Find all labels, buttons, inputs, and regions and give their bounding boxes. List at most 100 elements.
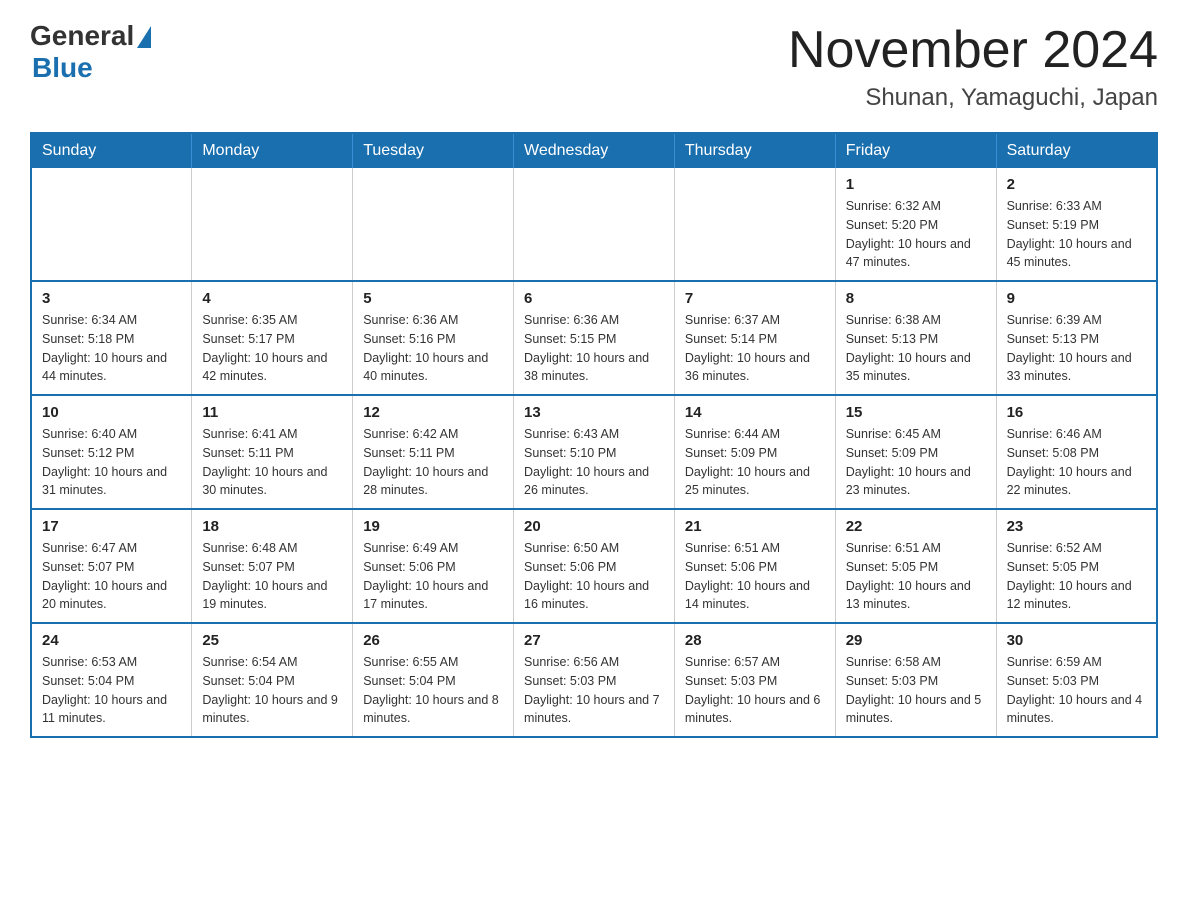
header-sunday: Sunday xyxy=(31,133,192,168)
page-header: General Blue November 2024 Shunan, Yamag… xyxy=(30,20,1158,112)
calendar-header-row: SundayMondayTuesdayWednesdayThursdayFrid… xyxy=(31,133,1157,168)
day-number: 10 xyxy=(42,404,181,421)
day-number: 8 xyxy=(846,290,986,307)
calendar-cell xyxy=(31,168,192,281)
cell-info: Sunrise: 6:39 AMSunset: 5:13 PMDaylight:… xyxy=(1007,311,1146,386)
day-number: 27 xyxy=(524,632,664,649)
cell-info: Sunrise: 6:45 AMSunset: 5:09 PMDaylight:… xyxy=(846,425,986,500)
day-number: 11 xyxy=(202,404,342,421)
header-thursday: Thursday xyxy=(674,133,835,168)
cell-info: Sunrise: 6:52 AMSunset: 5:05 PMDaylight:… xyxy=(1007,539,1146,614)
day-number: 15 xyxy=(846,404,986,421)
day-number: 22 xyxy=(846,518,986,535)
cell-info: Sunrise: 6:36 AMSunset: 5:15 PMDaylight:… xyxy=(524,311,664,386)
location-title: Shunan, Yamaguchi, Japan xyxy=(788,84,1158,112)
day-number: 12 xyxy=(363,404,503,421)
header-wednesday: Wednesday xyxy=(514,133,675,168)
cell-info: Sunrise: 6:57 AMSunset: 5:03 PMDaylight:… xyxy=(685,653,825,728)
logo-top: General xyxy=(30,20,151,52)
calendar-week-row: 3 Sunrise: 6:34 AMSunset: 5:18 PMDaylight… xyxy=(31,281,1157,395)
cell-info: Sunrise: 6:41 AMSunset: 5:11 PMDaylight:… xyxy=(202,425,342,500)
calendar-cell: 11 Sunrise: 6:41 AMSunset: 5:11 PMDayligh… xyxy=(192,395,353,509)
calendar-cell: 12 Sunrise: 6:42 AMSunset: 5:11 PMDayligh… xyxy=(353,395,514,509)
calendar-cell: 5 Sunrise: 6:36 AMSunset: 5:16 PMDaylight… xyxy=(353,281,514,395)
header-saturday: Saturday xyxy=(996,133,1157,168)
calendar-cell: 4 Sunrise: 6:35 AMSunset: 5:17 PMDaylight… xyxy=(192,281,353,395)
calendar-cell: 25Sunrise: 6:54 AMSunset: 5:04 PMDayligh… xyxy=(192,623,353,737)
cell-info: Sunrise: 6:49 AMSunset: 5:06 PMDaylight:… xyxy=(363,539,503,614)
day-number: 13 xyxy=(524,404,664,421)
calendar-cell: 29 Sunrise: 6:58 AMSunset: 5:03 PMDayligh… xyxy=(835,623,996,737)
header-friday: Friday xyxy=(835,133,996,168)
day-number: 5 xyxy=(363,290,503,307)
calendar-cell: 27 Sunrise: 6:56 AMSunset: 5:03 PMDayligh… xyxy=(514,623,675,737)
calendar-cell: 6 Sunrise: 6:36 AMSunset: 5:15 PMDaylight… xyxy=(514,281,675,395)
cell-info: Sunrise: 6:34 AMSunset: 5:18 PMDaylight:… xyxy=(42,311,181,386)
header-tuesday: Tuesday xyxy=(353,133,514,168)
cell-info: Sunrise: 6:47 AMSunset: 5:07 PMDaylight:… xyxy=(42,539,181,614)
calendar-cell: 18Sunrise: 6:48 AMSunset: 5:07 PMDayligh… xyxy=(192,509,353,623)
day-number: 29 xyxy=(846,632,986,649)
day-number: 19 xyxy=(363,518,503,535)
day-number: 14 xyxy=(685,404,825,421)
calendar-week-row: 10 Sunrise: 6:40 AMSunset: 5:12 PMDayligh… xyxy=(31,395,1157,509)
day-number: 7 xyxy=(685,290,825,307)
day-number: 4 xyxy=(202,290,342,307)
day-number: 28 xyxy=(685,632,825,649)
calendar-cell: 1Sunrise: 6:32 AMSunset: 5:20 PMDaylight… xyxy=(835,168,996,281)
calendar-cell: 21Sunrise: 6:51 AMSunset: 5:06 PMDayligh… xyxy=(674,509,835,623)
calendar-cell: 2 Sunrise: 6:33 AMSunset: 5:19 PMDaylight… xyxy=(996,168,1157,281)
calendar-week-row: 1Sunrise: 6:32 AMSunset: 5:20 PMDaylight… xyxy=(31,168,1157,281)
day-number: 20 xyxy=(524,518,664,535)
cell-info: Sunrise: 6:53 AMSunset: 5:04 PMDaylight:… xyxy=(42,653,181,728)
calendar-cell: 3 Sunrise: 6:34 AMSunset: 5:18 PMDaylight… xyxy=(31,281,192,395)
day-number: 3 xyxy=(42,290,181,307)
logo-triangle-icon xyxy=(137,26,151,48)
day-number: 23 xyxy=(1007,518,1146,535)
calendar-cell: 19 Sunrise: 6:49 AMSunset: 5:06 PMDayligh… xyxy=(353,509,514,623)
day-number: 9 xyxy=(1007,290,1146,307)
month-year-title: November 2024 xyxy=(788,20,1158,80)
cell-info: Sunrise: 6:40 AMSunset: 5:12 PMDaylight:… xyxy=(42,425,181,500)
calendar-cell xyxy=(674,168,835,281)
cell-info: Sunrise: 6:44 AMSunset: 5:09 PMDaylight:… xyxy=(685,425,825,500)
cell-info: Sunrise: 6:35 AMSunset: 5:17 PMDaylight:… xyxy=(202,311,342,386)
cell-info: Sunrise: 6:43 AMSunset: 5:10 PMDaylight:… xyxy=(524,425,664,500)
calendar-week-row: 24 Sunrise: 6:53 AMSunset: 5:04 PMDayligh… xyxy=(31,623,1157,737)
logo-general-text: General xyxy=(30,20,134,52)
day-number: 6 xyxy=(524,290,664,307)
calendar-cell: 10 Sunrise: 6:40 AMSunset: 5:12 PMDayligh… xyxy=(31,395,192,509)
calendar-cell: 23 Sunrise: 6:52 AMSunset: 5:05 PMDayligh… xyxy=(996,509,1157,623)
cell-info: Sunrise: 6:46 AMSunset: 5:08 PMDaylight:… xyxy=(1007,425,1146,500)
cell-info: Sunrise: 6:59 AMSunset: 5:03 PMDaylight:… xyxy=(1007,653,1146,728)
cell-info: Sunrise: 6:50 AMSunset: 5:06 PMDaylight:… xyxy=(524,539,664,614)
day-number: 18 xyxy=(202,518,342,535)
cell-info: Sunrise: 6:51 AMSunset: 5:05 PMDaylight:… xyxy=(846,539,986,614)
header-monday: Monday xyxy=(192,133,353,168)
cell-info: Sunrise: 6:42 AMSunset: 5:11 PMDaylight:… xyxy=(363,425,503,500)
calendar-cell: 16 Sunrise: 6:46 AMSunset: 5:08 PMDayligh… xyxy=(996,395,1157,509)
calendar-cell: 20 Sunrise: 6:50 AMSunset: 5:06 PMDayligh… xyxy=(514,509,675,623)
calendar-cell: 8 Sunrise: 6:38 AMSunset: 5:13 PMDaylight… xyxy=(835,281,996,395)
cell-info: Sunrise: 6:33 AMSunset: 5:19 PMDaylight:… xyxy=(1007,197,1146,272)
calendar-cell xyxy=(353,168,514,281)
cell-info: Sunrise: 6:56 AMSunset: 5:03 PMDaylight:… xyxy=(524,653,664,728)
calendar-cell: 17Sunrise: 6:47 AMSunset: 5:07 PMDayligh… xyxy=(31,509,192,623)
calendar-cell: 9 Sunrise: 6:39 AMSunset: 5:13 PMDaylight… xyxy=(996,281,1157,395)
cell-info: Sunrise: 6:38 AMSunset: 5:13 PMDaylight:… xyxy=(846,311,986,386)
day-number: 2 xyxy=(1007,176,1146,193)
calendar-cell: 30Sunrise: 6:59 AMSunset: 5:03 PMDayligh… xyxy=(996,623,1157,737)
day-number: 26 xyxy=(363,632,503,649)
cell-info: Sunrise: 6:55 AMSunset: 5:04 PMDaylight:… xyxy=(363,653,503,728)
logo: General Blue xyxy=(30,20,151,84)
logo-blue-text: Blue xyxy=(32,52,93,84)
day-number: 24 xyxy=(42,632,181,649)
calendar-table: SundayMondayTuesdayWednesdayThursdayFrid… xyxy=(30,132,1158,738)
day-number: 16 xyxy=(1007,404,1146,421)
calendar-cell: 7 Sunrise: 6:37 AMSunset: 5:14 PMDaylight… xyxy=(674,281,835,395)
cell-info: Sunrise: 6:58 AMSunset: 5:03 PMDaylight:… xyxy=(846,653,986,728)
cell-info: Sunrise: 6:37 AMSunset: 5:14 PMDaylight:… xyxy=(685,311,825,386)
cell-info: Sunrise: 6:36 AMSunset: 5:16 PMDaylight:… xyxy=(363,311,503,386)
calendar-cell: 15 Sunrise: 6:45 AMSunset: 5:09 PMDayligh… xyxy=(835,395,996,509)
calendar-cell: 14 Sunrise: 6:44 AMSunset: 5:09 PMDayligh… xyxy=(674,395,835,509)
